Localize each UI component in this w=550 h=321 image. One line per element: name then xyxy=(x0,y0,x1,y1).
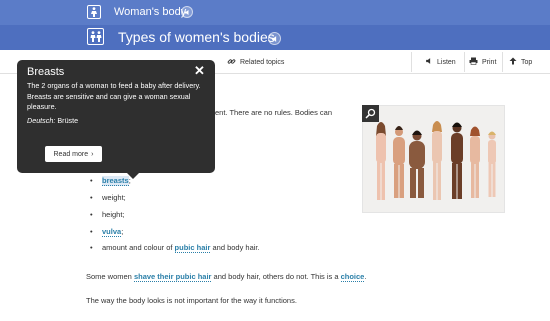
definition-popup: Breasts ✕ The 2 organs of a woman to fee… xyxy=(17,60,215,179)
paragraph: The way the body looks is not important … xyxy=(86,296,297,305)
popup-title: Breasts xyxy=(27,66,65,78)
printer-icon xyxy=(469,57,478,67)
divider xyxy=(411,52,412,72)
women-group-icon xyxy=(87,28,104,45)
related-topics-button[interactable]: Related topics xyxy=(227,57,284,68)
print-label: Print xyxy=(482,58,497,66)
top-button[interactable]: Top xyxy=(509,57,532,67)
chevron-right-icon: › xyxy=(91,150,94,158)
zoom-icon[interactable] xyxy=(362,105,379,122)
page-title-bar: Types of women's bodies xyxy=(0,25,550,50)
top-bar: Woman's body xyxy=(0,0,550,25)
link-icon xyxy=(227,57,236,68)
arrow-up-icon xyxy=(509,57,517,67)
divider xyxy=(464,52,465,72)
print-button[interactable]: Print xyxy=(469,57,496,67)
read-more-button[interactable]: Read more › xyxy=(45,146,102,162)
page-title: Types of women's bodies xyxy=(118,29,275,45)
intro-paragraph: ent. There are no rules. Bodies can xyxy=(215,108,333,117)
women-bodies-illustration[interactable] xyxy=(362,105,505,213)
speaker-icon[interactable] xyxy=(268,32,281,45)
speaker-icon xyxy=(425,57,433,67)
paragraph: Some women shave their pubic hair and bo… xyxy=(86,272,367,282)
listen-label: Listen xyxy=(437,58,456,66)
related-topics-label: Related topics xyxy=(240,59,285,66)
listen-button[interactable]: Listen xyxy=(425,57,456,67)
close-icon[interactable]: ✕ xyxy=(194,63,205,79)
divider xyxy=(502,52,503,72)
woman-icon xyxy=(87,5,101,19)
popup-translation: Deutsch: Brüste xyxy=(27,116,79,125)
vulva-link[interactable]: vulva xyxy=(102,227,122,237)
choice-link[interactable]: choice xyxy=(340,272,365,282)
top-label: Top xyxy=(521,58,533,66)
breasts-link[interactable]: breasts xyxy=(102,176,129,186)
shave-pubic-hair-link[interactable]: shave their pubic hair xyxy=(133,272,212,282)
pubic-hair-link[interactable]: pubic hair xyxy=(174,243,211,253)
section-title[interactable]: Woman's body xyxy=(114,6,186,18)
popup-pointer xyxy=(127,173,139,179)
popup-definition: The 2 organs of a woman to feed a baby a… xyxy=(27,81,201,111)
speaker-icon[interactable] xyxy=(181,6,193,18)
